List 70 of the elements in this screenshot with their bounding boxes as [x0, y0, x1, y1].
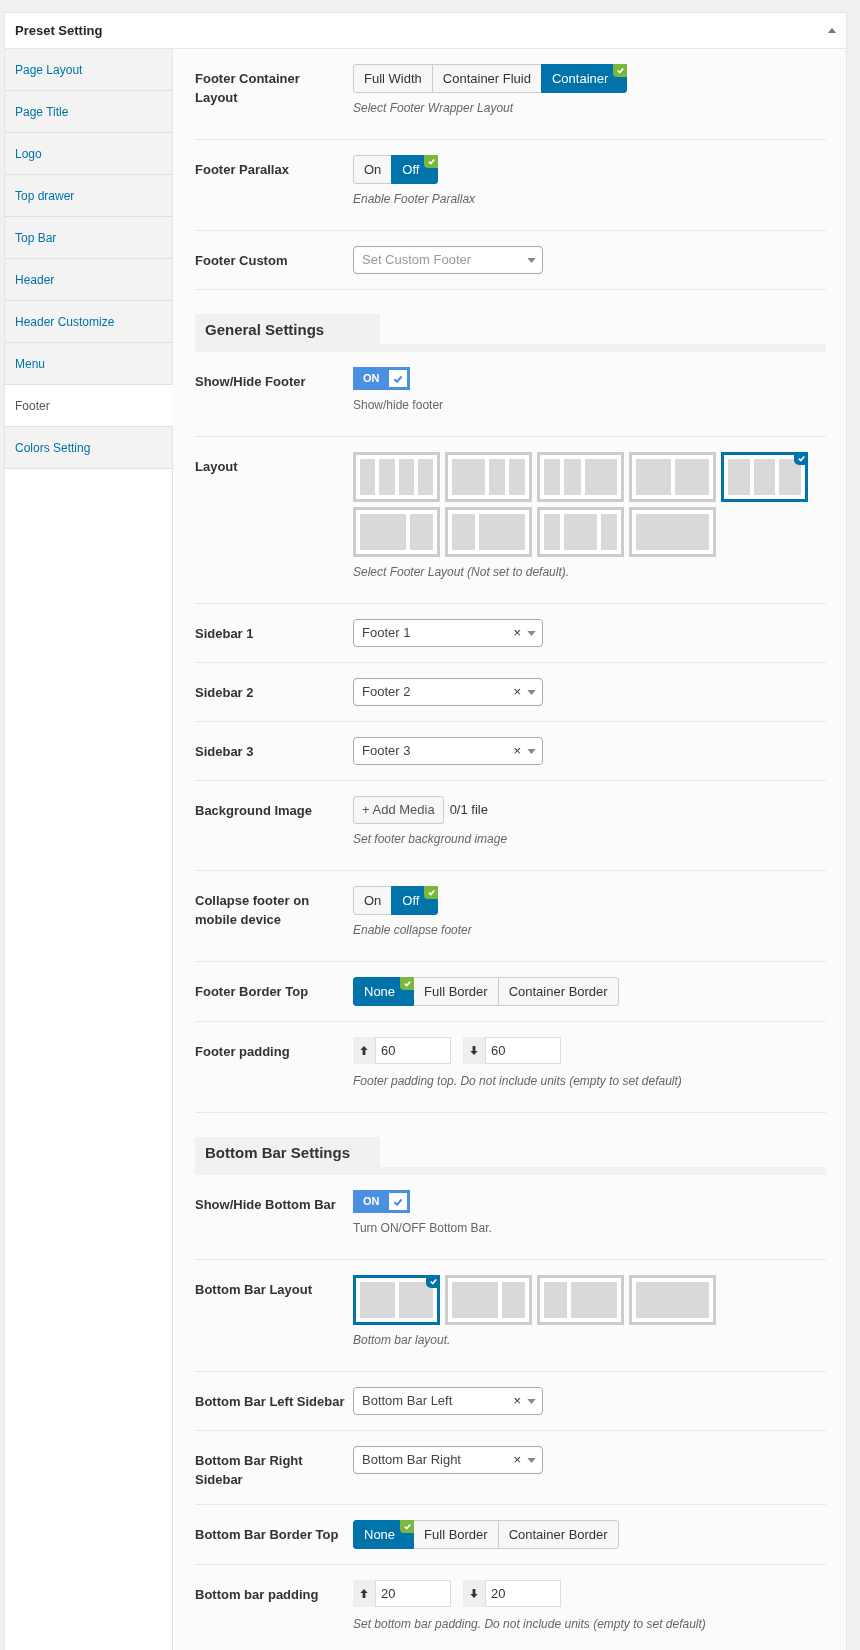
- select-field[interactable]: Footer 3 ×: [353, 737, 543, 765]
- field-label: Collapse footer on mobile device: [195, 892, 311, 929]
- field-label: Bottom Bar Left Sidebar: [195, 1393, 346, 1411]
- add-media-button[interactable]: + Add Media: [353, 796, 444, 824]
- sidebar-item[interactable]: Menu: [5, 343, 172, 385]
- segment-button[interactable]: On: [353, 886, 393, 915]
- field-description: Select Footer Layout (Not set to default).: [353, 564, 571, 581]
- segment-button[interactable]: None: [353, 977, 415, 1006]
- segment-button[interactable]: Off: [391, 155, 439, 184]
- field-label: Sidebar 2: [195, 684, 255, 702]
- field-description: Bottom bar layout.: [353, 1332, 452, 1349]
- number-input[interactable]: 20: [375, 1580, 451, 1607]
- sidebar-item[interactable]: Header: [5, 259, 172, 301]
- field-description: Footer padding top. Do not include units (empty to set default): [353, 1073, 683, 1090]
- field-label: Layout: [195, 458, 239, 476]
- segment-button[interactable]: None: [353, 1520, 415, 1549]
- sidebar-item[interactable]: Top drawer: [5, 175, 172, 217]
- select-field[interactable]: Footer 1 ×: [353, 619, 543, 647]
- clear-icon[interactable]: ×: [513, 741, 521, 761]
- sidebar-item[interactable]: Page Layout: [5, 49, 172, 91]
- field-label: Footer Container Layout: [195, 70, 301, 107]
- section-heading: Bottom Bar Settings: [195, 1137, 380, 1167]
- select-field[interactable]: Bottom Bar Right ×: [353, 1446, 543, 1474]
- clear-icon[interactable]: ×: [513, 1450, 521, 1470]
- field-description: Turn ON/OFF Bottom Bar.: [353, 1220, 493, 1237]
- field-label: Footer Custom: [195, 252, 289, 270]
- sidebar-item[interactable]: Top Bar: [5, 217, 172, 259]
- field-label: Show/Hide Bottom Bar: [195, 1196, 337, 1214]
- sidebar-item[interactable]: Logo: [5, 133, 172, 175]
- segment-button[interactable]: Full Width: [353, 64, 433, 93]
- clear-icon[interactable]: ×: [513, 623, 521, 643]
- sidebar-item[interactable]: Footer: [5, 385, 173, 427]
- field-description: Show/hide footer: [353, 397, 445, 414]
- field-label: Bottom Bar Layout: [195, 1281, 313, 1299]
- field-label: Footer Parallax: [195, 161, 290, 179]
- field-label: Sidebar 3: [195, 743, 255, 761]
- field-label: Background Image: [195, 802, 314, 820]
- segment-button[interactable]: Container: [540, 64, 628, 93]
- sidebar-item[interactable]: Colors Setting: [5, 427, 172, 469]
- panel-title: Preset Setting: [15, 21, 103, 40]
- section-heading: General Settings: [195, 314, 380, 344]
- clear-icon[interactable]: ×: [513, 682, 521, 702]
- sidebar-item[interactable]: Page Title: [5, 91, 172, 133]
- segment-button[interactable]: On: [353, 155, 393, 184]
- number-input[interactable]: 60: [485, 1037, 561, 1064]
- field-description: Enable collapse footer: [353, 922, 473, 939]
- number-input[interactable]: 60: [375, 1037, 451, 1064]
- sidebar-item[interactable]: Header Customize: [5, 301, 172, 343]
- clear-icon[interactable]: ×: [513, 1391, 521, 1411]
- field-label: Sidebar 1: [195, 625, 255, 643]
- field-description: Set bottom bar padding. Do not include units (empty to set default): [353, 1616, 707, 1633]
- field-description: Enable Footer Parallax: [353, 191, 477, 208]
- segment-button[interactable]: Container Fluid: [431, 64, 542, 93]
- field-description: Set footer background image: [353, 831, 509, 848]
- field-label: Bottom Bar Border Top: [195, 1526, 340, 1544]
- field-label: Footer padding: [195, 1043, 291, 1061]
- segment-button[interactable]: Full Border: [413, 1520, 499, 1549]
- segment-button[interactable]: Full Border: [413, 977, 499, 1006]
- file-count: 0/1 file: [449, 801, 488, 820]
- select-field[interactable]: Bottom Bar Left ×: [353, 1387, 543, 1415]
- field-label: Bottom Bar Right Sidebar: [195, 1452, 304, 1489]
- field-label: Footer Border Top: [195, 983, 310, 1001]
- field-description: Select Footer Wrapper Layout: [353, 100, 515, 117]
- segment-button[interactable]: Container Border: [497, 1520, 619, 1549]
- segment-button[interactable]: Off: [391, 886, 439, 915]
- segment-button[interactable]: Container Border: [497, 977, 619, 1006]
- select-field[interactable]: Footer 2 ×: [353, 678, 543, 706]
- field-label: Bottom bar padding: [195, 1586, 320, 1604]
- number-input[interactable]: 20: [485, 1580, 561, 1607]
- field-label: Show/Hide Footer: [195, 373, 307, 391]
